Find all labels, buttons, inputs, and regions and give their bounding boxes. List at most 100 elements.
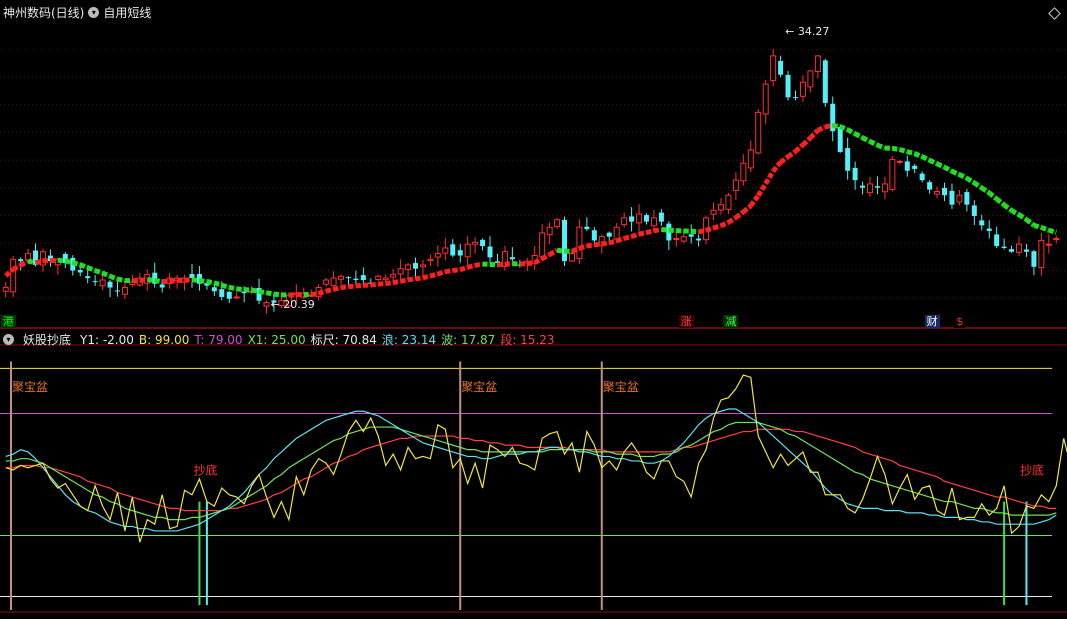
candle-body bbox=[696, 239, 701, 241]
candle-body bbox=[488, 246, 493, 257]
param-value: Y1: -2.00 bbox=[80, 333, 134, 347]
candle-body bbox=[674, 239, 679, 240]
candle-body bbox=[569, 254, 574, 261]
candle-body bbox=[435, 254, 440, 257]
candle-body bbox=[637, 214, 642, 223]
sub-header: ▾ 妖股抄底 Y1: -2.00B: 99.00T: 79.00X1: 25.0… bbox=[3, 331, 565, 348]
candle-body bbox=[726, 195, 731, 209]
candle-body bbox=[800, 82, 805, 96]
dropdown-icon[interactable]: ▾ bbox=[3, 334, 14, 345]
candle-body bbox=[122, 288, 127, 295]
candle-body bbox=[860, 186, 865, 188]
candle-body bbox=[935, 191, 940, 194]
candle-body bbox=[473, 242, 478, 244]
candle-body bbox=[480, 240, 485, 246]
candle-body bbox=[592, 230, 597, 240]
candle-body bbox=[897, 161, 902, 162]
candle-body bbox=[912, 166, 917, 169]
candle-body bbox=[972, 205, 977, 216]
indicator-title[interactable]: 自用短线 bbox=[103, 4, 151, 21]
candle-body bbox=[882, 184, 887, 192]
candle-body bbox=[1009, 249, 1014, 252]
candle-body bbox=[1002, 247, 1007, 248]
candle-body bbox=[607, 233, 612, 237]
low-price-label: ← 20.39 bbox=[271, 298, 315, 311]
candle-body bbox=[681, 237, 686, 241]
candle-body bbox=[741, 163, 746, 181]
candle-body bbox=[614, 227, 619, 239]
candle-body bbox=[108, 282, 113, 288]
param-value: 标尺: 70.84 bbox=[311, 333, 377, 347]
candle-body bbox=[562, 220, 567, 261]
candle-body bbox=[100, 280, 105, 286]
candle-body bbox=[1031, 251, 1036, 267]
signal-label: 聚宝盆 bbox=[603, 380, 639, 394]
event-marker[interactable]: 财 bbox=[925, 315, 940, 328]
candle-body bbox=[115, 290, 120, 291]
candle-body bbox=[339, 276, 344, 279]
candle-body bbox=[398, 269, 403, 274]
dropdown-icon[interactable]: ▾ bbox=[88, 7, 99, 18]
candle-body bbox=[540, 233, 545, 257]
candle-body bbox=[413, 263, 418, 269]
param-value: B: 99.00 bbox=[139, 333, 189, 347]
candle-body bbox=[868, 184, 873, 193]
candle-body bbox=[748, 150, 753, 168]
candle-body bbox=[212, 287, 217, 291]
candle-body bbox=[577, 227, 582, 258]
stock-title[interactable]: 神州数码(日线) bbox=[3, 4, 84, 21]
candle-body bbox=[428, 259, 433, 260]
candle-body bbox=[346, 277, 351, 278]
candle-body bbox=[584, 227, 589, 229]
candle-body bbox=[160, 284, 165, 287]
chart-stage: ← 34.27← 20.39聚宝盆聚宝盆聚宝盆抄底抄底 bbox=[0, 0, 1067, 615]
high-price-label: ← 34.27 bbox=[785, 25, 829, 38]
event-marker[interactable]: $ bbox=[954, 315, 965, 328]
candle-body bbox=[547, 227, 552, 234]
event-marker[interactable]: 减 bbox=[723, 315, 738, 328]
candle-body bbox=[376, 276, 381, 279]
param-value: 浪: 23.14 bbox=[382, 333, 436, 347]
candle-body bbox=[771, 56, 776, 81]
candle-body bbox=[1046, 244, 1051, 245]
candle-body bbox=[324, 280, 329, 284]
main-header: 神州数码(日线) ▾ 自用短线 bbox=[3, 4, 151, 21]
candle-body bbox=[465, 244, 470, 257]
candle-body bbox=[651, 218, 656, 226]
event-marker[interactable]: 港 bbox=[1, 315, 16, 328]
candle-body bbox=[391, 274, 396, 277]
candle-body bbox=[18, 259, 23, 261]
candle-body bbox=[994, 234, 999, 246]
candle-body bbox=[763, 84, 768, 114]
candle-body bbox=[361, 275, 366, 280]
candle-body bbox=[78, 270, 83, 272]
candle-body bbox=[1039, 240, 1044, 267]
candle-body bbox=[85, 276, 90, 278]
candle-body bbox=[11, 259, 16, 292]
candle-body bbox=[443, 248, 448, 253]
candle-body bbox=[420, 265, 425, 267]
candle-body bbox=[942, 188, 947, 195]
candle-body bbox=[853, 168, 858, 180]
candle-body bbox=[227, 292, 232, 299]
candle-body bbox=[793, 97, 798, 98]
candle-body bbox=[808, 71, 813, 87]
candle-body bbox=[234, 297, 239, 298]
background bbox=[0, 0, 1067, 615]
signal-label: 抄底 bbox=[193, 462, 217, 477]
event-marker[interactable]: 涨 bbox=[679, 315, 694, 328]
candle-body bbox=[1024, 250, 1029, 252]
candle-body bbox=[957, 195, 962, 202]
sub-indicator-title[interactable]: 妖股抄底 bbox=[23, 331, 71, 348]
candle-body bbox=[264, 303, 269, 306]
candle-body bbox=[838, 127, 843, 152]
chart-canvas: ← 34.27← 20.39聚宝盆聚宝盆聚宝盆抄底抄底 bbox=[0, 0, 1067, 615]
signal-label: 聚宝盆 bbox=[12, 380, 48, 394]
candle-body bbox=[629, 216, 634, 221]
param-value: 波: 17.87 bbox=[441, 333, 495, 347]
candle-body bbox=[331, 278, 336, 286]
candle-body bbox=[450, 244, 455, 255]
candle-body bbox=[219, 289, 224, 297]
param-value: X1: 25.00 bbox=[248, 333, 306, 347]
candle-body bbox=[644, 215, 649, 222]
